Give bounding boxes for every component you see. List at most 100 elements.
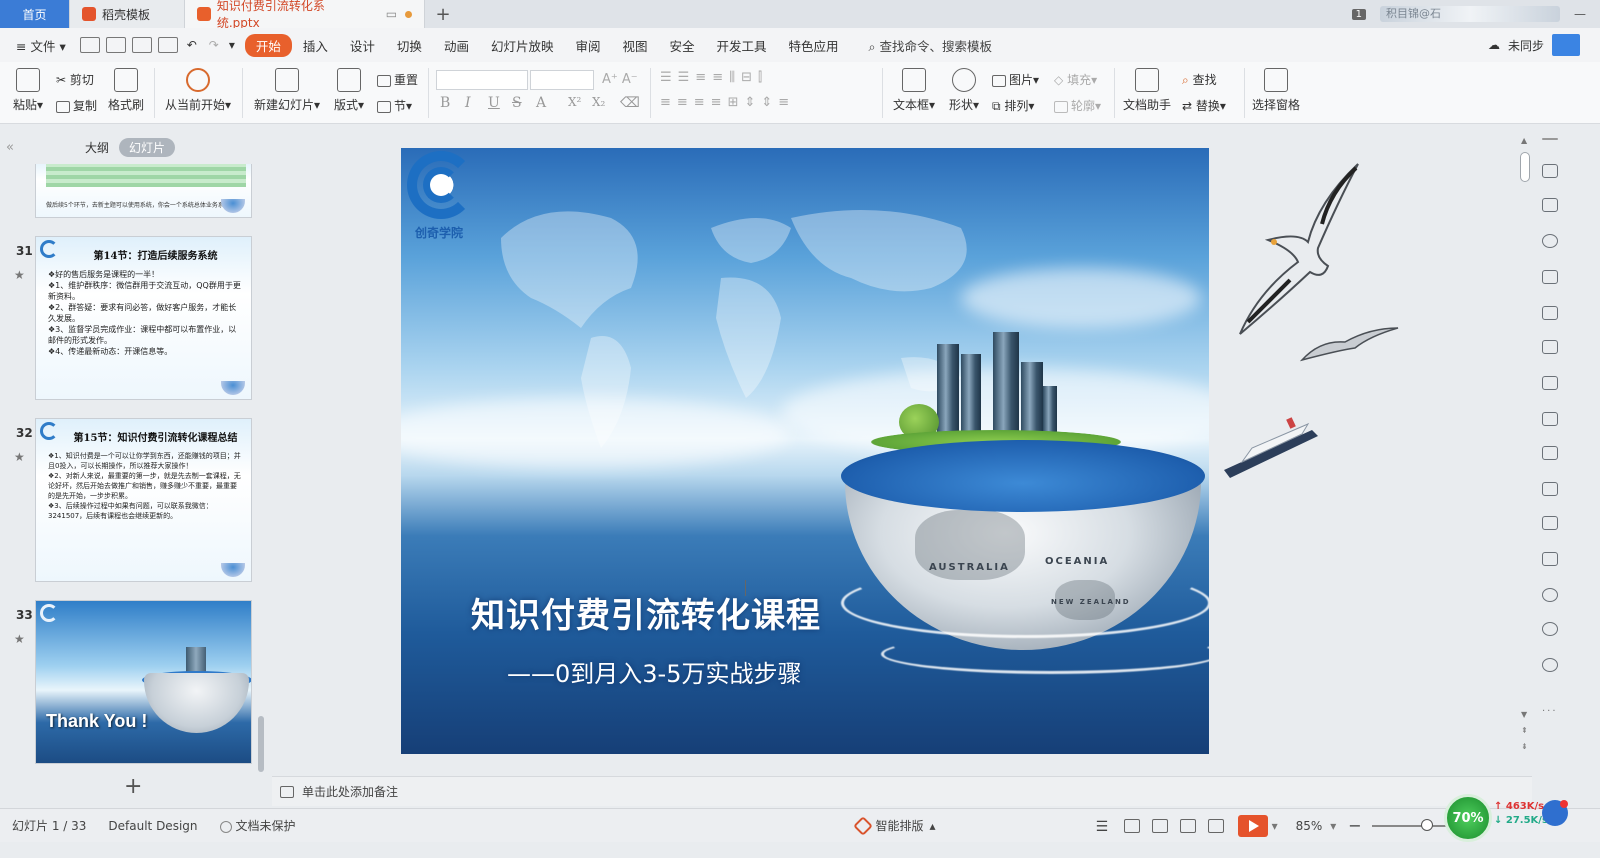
seagull-image[interactable]	[1238, 162, 1368, 337]
menu-developer[interactable]: 开发工具	[706, 36, 778, 55]
tab-document[interactable]: 知识付费引流转化系统.pptx ▭	[185, 0, 425, 30]
zoom-slider-knob[interactable]	[1420, 818, 1433, 831]
add-slide-button[interactable]: +	[124, 774, 142, 799]
command-search[interactable]: ⌕ 查找命令、搜索模板	[858, 36, 1004, 55]
customize-toolbar-icon[interactable]: ▾	[229, 38, 235, 52]
picture-button[interactable]: 图片▾	[992, 71, 1039, 88]
grow-font-icon[interactable]: A⁺ A⁻	[602, 72, 638, 87]
slide-thumbnail-31[interactable]: 第14节：打造后续服务系统 ❖好的售后服务是课程的一半！ ❖1、维护群秩序：微信…	[35, 236, 252, 400]
new-slide-button[interactable]: 新建幻灯片▾	[252, 68, 322, 113]
undo-icon[interactable]: ↶	[187, 38, 197, 52]
reading-view-icon[interactable]	[1179, 818, 1196, 833]
presenter-view-icon[interactable]	[1207, 818, 1224, 833]
section-button[interactable]: 节▾	[377, 97, 412, 114]
tab-home[interactable]: 首页	[0, 0, 70, 28]
more-icon[interactable]: ···	[1542, 706, 1558, 717]
archive-icon[interactable]	[1542, 482, 1558, 496]
smart-layout-button[interactable]: 智能排版 ▴	[852, 815, 936, 836]
paste-button[interactable]: 粘贴▾	[10, 68, 46, 113]
slide-sorter-icon[interactable]	[1151, 818, 1168, 833]
save-icon[interactable]	[79, 37, 100, 53]
help-icon[interactable]	[1542, 658, 1558, 672]
slide-layout-icon[interactable]	[1542, 198, 1558, 212]
fill-button[interactable]: ◇ 填充▾	[1054, 71, 1097, 88]
scroll-thumb[interactable]	[1520, 152, 1530, 182]
start-slideshow-button[interactable]	[1237, 814, 1268, 837]
underline-icon[interactable]: U	[488, 95, 500, 111]
adjust-icon[interactable]	[1542, 376, 1558, 390]
zoom-level[interactable]: 85%	[1296, 819, 1323, 833]
slideshow-options-icon[interactable]: ▾	[1272, 819, 1278, 833]
print-preview-icon[interactable]	[157, 37, 178, 53]
shapes-icon[interactable]	[1542, 234, 1558, 248]
protection-status[interactable]: 文档未保护	[219, 817, 296, 834]
share-button[interactable]	[1552, 34, 1580, 56]
share-icon[interactable]	[1542, 446, 1558, 460]
zoom-dropdown-icon[interactable]: ▾	[1330, 819, 1336, 833]
slide-thumbnail-30[interactable]: 做后续5个环节，去新主题可以使用系统，你会一个系统总体业务系统。	[35, 164, 252, 218]
notes-view-icon[interactable]: ☰	[1096, 819, 1112, 835]
paragraph-tools-top[interactable]: ☰☰≡≡⫼⊟⫿	[660, 70, 768, 85]
minimize-icon[interactable]: —	[1574, 7, 1586, 21]
format-painter-button[interactable]: 格式刷	[106, 68, 146, 113]
cruise-ship-image[interactable]	[1222, 410, 1322, 480]
backup-icon[interactable]	[1542, 588, 1558, 602]
replace-button[interactable]: ⇄ 替换▾	[1182, 97, 1226, 114]
menu-slideshow[interactable]: 幻灯片放映	[480, 36, 565, 55]
grid-icon[interactable]	[1542, 306, 1558, 320]
from-current-button[interactable]: 从当前开始▾	[162, 68, 234, 113]
redo-icon[interactable]: ↷	[209, 38, 219, 52]
scroll-down-icon[interactable]: ▼	[1521, 710, 1527, 719]
edit-area-scrollbar[interactable]: ▲ ▼ ⇞ ⇟	[1518, 136, 1532, 766]
design-icon[interactable]	[1542, 270, 1558, 284]
tab-slides[interactable]: 幻灯片	[119, 138, 176, 157]
monitor-icon[interactable]: ▭	[386, 7, 397, 21]
seagull-small-image[interactable]	[1300, 320, 1400, 365]
shape-button[interactable]: 形状▾	[946, 68, 982, 113]
font-color-icon[interactable]: A	[536, 95, 546, 111]
italic-icon[interactable]: I	[465, 95, 471, 111]
collapse-panel-icon[interactable]: «	[6, 140, 14, 155]
strikethrough-icon[interactable]: S	[512, 95, 522, 111]
arrange-button[interactable]: ⧉ 排列▾	[992, 97, 1034, 114]
export-icon[interactable]	[105, 37, 126, 53]
menu-home[interactable]: 开始	[244, 33, 292, 57]
image-icon[interactable]	[1542, 516, 1558, 530]
new-tab-button[interactable]: +	[425, 0, 461, 28]
menu-review[interactable]: 审阅	[564, 36, 611, 55]
menu-transitions[interactable]: 切换	[386, 36, 433, 55]
clear-format-icon[interactable]: ⌫	[620, 95, 640, 111]
bold-icon[interactable]: B	[440, 95, 450, 111]
menu-animations[interactable]: 动画	[433, 36, 480, 55]
menu-special-apps[interactable]: 特色应用	[778, 36, 850, 55]
chart-icon[interactable]	[1542, 340, 1558, 354]
selection-pane-button[interactable]: 选择窗格	[1252, 68, 1300, 113]
slide-title[interactable]: 知识付费引流转化课程	[471, 588, 821, 637]
pin-icon[interactable]	[1542, 164, 1558, 178]
menu-insert[interactable]: 插入	[292, 36, 339, 55]
slide-thumbnail-33[interactable]: Thank You !	[35, 600, 252, 764]
file-menu[interactable]: ≡ 文件 ▾	[10, 36, 77, 55]
textbox-button[interactable]: 文本框▾	[892, 68, 936, 113]
reset-button[interactable]: 重置	[377, 71, 418, 88]
font-name-select[interactable]	[436, 70, 528, 90]
menu-design[interactable]: 设计	[339, 36, 386, 55]
layout-button[interactable]: 版式▾	[330, 68, 368, 113]
print-icon[interactable]	[131, 37, 152, 53]
theme-name[interactable]: Default Design	[108, 819, 197, 833]
prev-slide-icon[interactable]: ⇞	[1521, 726, 1528, 735]
superscript-icon[interactable]: X²	[568, 95, 581, 109]
doc-assistant-button[interactable]: 文档助手	[1122, 68, 1172, 113]
next-slide-icon[interactable]: ⇟	[1521, 742, 1528, 751]
normal-view-icon[interactable]	[1123, 818, 1140, 833]
thumbnail-scrollbar[interactable]	[258, 716, 264, 772]
subscript-icon[interactable]: X₂	[592, 95, 605, 109]
notes-pane[interactable]: 单击此处添加备注	[272, 776, 1532, 806]
slide-subtitle[interactable]: ——0到月入3-5万实战步骤	[507, 654, 801, 689]
gallery-icon[interactable]	[1542, 412, 1558, 426]
audio-icon[interactable]	[1542, 552, 1558, 566]
assistant-button[interactable]	[1542, 800, 1568, 826]
tab-outline[interactable]: 大纲	[85, 139, 109, 156]
find-button[interactable]: ⌕ 查找	[1182, 71, 1217, 88]
performance-badge[interactable]: 70%	[1444, 794, 1492, 842]
